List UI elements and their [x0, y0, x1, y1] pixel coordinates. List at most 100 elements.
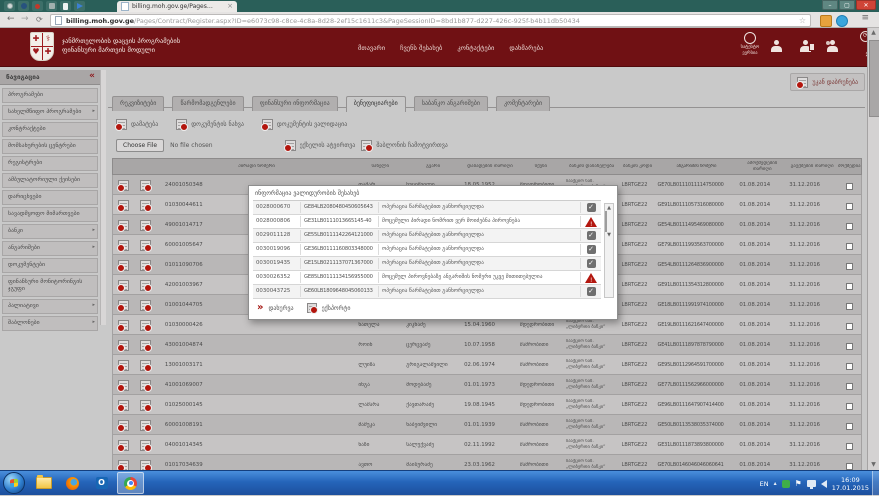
upload-excel-button[interactable]: ექსელის ატვირთვა: [285, 140, 356, 151]
page-tab[interactable]: საბანკო ანგარიშები: [414, 96, 488, 111]
active-checkbox[interactable]: [846, 263, 853, 270]
validate-row-icon[interactable]: [140, 240, 151, 251]
reload-icon[interactable]: ⟳: [36, 14, 43, 25]
edit-row-icon[interactable]: [118, 400, 129, 411]
edit-row-icon[interactable]: [118, 180, 129, 191]
edit-row-icon[interactable]: [118, 460, 129, 470]
action-center-flag-icon[interactable]: ⚑: [795, 480, 802, 488]
choose-file-button[interactable]: Choose File: [116, 139, 164, 152]
sidebar-item[interactable]: სავადმყოფო მიმართვები: [2, 207, 98, 222]
clock[interactable]: 16:09 17.01.2015: [832, 476, 869, 492]
pinned-tab-favicon[interactable]: [74, 1, 85, 11]
sidebar-item[interactable]: შაბლონები ▸: [2, 316, 98, 331]
validate-row-icon[interactable]: [140, 200, 151, 211]
sidebar-item[interactable]: პალიატივი ▸: [2, 299, 98, 314]
export-button[interactable]: ექსპორტი: [322, 305, 351, 312]
page-tab[interactable]: ფინანსური ინფორმაცია: [252, 96, 338, 111]
active-checkbox[interactable]: [846, 403, 853, 410]
validate-row-icon[interactable]: [140, 180, 151, 191]
sidebar-item[interactable]: პროგრამები: [2, 88, 98, 103]
page-tab[interactable]: წარმომადგენლები: [172, 96, 243, 111]
active-checkbox[interactable]: [846, 343, 853, 350]
close-dialog-button[interactable]: დახურვა: [268, 305, 293, 312]
sidebar-item[interactable]: ანგარიშები ▸: [2, 241, 98, 256]
user-document-icon[interactable]: [799, 40, 812, 53]
edit-row-icon[interactable]: [118, 200, 129, 211]
tray-app-icon[interactable]: [782, 480, 790, 488]
address-bar[interactable]: billing.moh.gov.ge/Pages/Contract/Regist…: [50, 14, 811, 27]
scrollbar-thumb[interactable]: [869, 40, 879, 117]
add-button[interactable]: დამატება: [116, 119, 158, 130]
active-checkbox[interactable]: [846, 443, 853, 450]
page-tab[interactable]: კომენტარები: [496, 96, 550, 111]
network-icon[interactable]: [807, 480, 816, 487]
tray-expand-icon[interactable]: ▴: [774, 480, 777, 487]
sidebar-item[interactable]: დარიცხვები: [2, 190, 98, 205]
validate-row-icon[interactable]: [140, 440, 151, 451]
browser-menu-icon[interactable]: ≡: [861, 13, 869, 23]
window-close-button[interactable]: ✕: [856, 0, 876, 10]
edit-row-icon[interactable]: [118, 420, 129, 431]
page-tab[interactable]: ბენეფიციარები: [346, 96, 406, 112]
active-checkbox[interactable]: [846, 203, 853, 210]
validate-row-icon[interactable]: [140, 280, 151, 291]
sidebar-scrollbar[interactable]: [100, 70, 106, 325]
active-checkbox[interactable]: [846, 383, 853, 390]
header-nav-item[interactable]: მთავარი: [358, 44, 385, 52]
active-checkbox[interactable]: [846, 303, 853, 310]
edit-row-icon[interactable]: [118, 340, 129, 351]
back-icon[interactable]: ←: [7, 14, 15, 25]
firefox-taskbar-icon[interactable]: [59, 472, 86, 494]
outlook-taskbar-icon[interactable]: O: [88, 472, 115, 494]
export-excel-icon[interactable]: [307, 303, 317, 313]
active-checkbox[interactable]: [846, 363, 853, 370]
active-checkbox[interactable]: [846, 183, 853, 190]
page-tab[interactable]: რეკვიზიტები: [112, 96, 164, 111]
active-checkbox[interactable]: [846, 283, 853, 290]
show-desktop-button[interactable]: [872, 471, 879, 496]
sidebar-item[interactable]: ფინანსური მონიტორინგის ჯგუფი: [2, 275, 98, 297]
edit-row-icon[interactable]: [118, 380, 129, 391]
edit-row-icon[interactable]: [118, 300, 129, 311]
pinned-tab-favicon[interactable]: [46, 1, 57, 11]
pinned-tab-favicon[interactable]: [4, 1, 15, 11]
pinned-tab-favicon[interactable]: [60, 1, 71, 11]
forward-icon[interactable]: →: [21, 14, 29, 25]
validate-row-icon[interactable]: [140, 400, 151, 411]
sidebar-item[interactable]: ბანკი ▸: [2, 224, 98, 239]
close-chevrons-icon[interactable]: [257, 303, 263, 313]
pinned-tab-favicon[interactable]: [32, 1, 43, 11]
validate-document-button[interactable]: დოკუმენტის ვალიდაცია: [262, 119, 347, 130]
sidebar-item[interactable]: კონტრაქტები: [2, 122, 98, 137]
pinned-tab-favicon[interactable]: [18, 1, 29, 11]
window-maximize-button[interactable]: ▢: [839, 0, 855, 10]
edit-row-icon[interactable]: [118, 440, 129, 451]
edit-row-icon[interactable]: [118, 260, 129, 271]
window-minimize-button[interactable]: –: [822, 0, 838, 10]
language-indicator[interactable]: EN: [760, 480, 769, 488]
validate-row-icon[interactable]: [140, 380, 151, 391]
sidebar-collapse-icon[interactable]: «: [89, 71, 95, 81]
header-nav-item[interactable]: კონტაქტები: [457, 44, 494, 52]
active-checkbox[interactable]: [846, 223, 853, 230]
edit-row-icon[interactable]: [118, 320, 129, 331]
active-browser-tab[interactable]: billing.moh.gov.ge/Pages… ×: [117, 1, 237, 12]
sidebar-item[interactable]: დოკუმენტები: [2, 258, 98, 273]
chrome-taskbar-icon[interactable]: [117, 472, 144, 494]
users-group-icon[interactable]: [826, 40, 839, 53]
scrollbar-thumb[interactable]: [605, 211, 607, 232]
start-button[interactable]: [3, 472, 25, 494]
edit-row-icon[interactable]: [118, 360, 129, 371]
validate-row-icon[interactable]: [140, 340, 151, 351]
active-checkbox[interactable]: [846, 243, 853, 250]
validate-row-icon[interactable]: [140, 320, 151, 331]
active-checkbox[interactable]: [846, 463, 853, 470]
tab-close-icon[interactable]: ×: [227, 3, 233, 10]
go-back-button[interactable]: უკან დაბრუნება: [790, 73, 865, 91]
active-checkbox[interactable]: [846, 323, 853, 330]
volume-icon[interactable]: [821, 480, 827, 488]
edit-row-icon[interactable]: [118, 240, 129, 251]
validate-row-icon[interactable]: [140, 420, 151, 431]
edit-row-icon[interactable]: [118, 280, 129, 291]
active-checkbox[interactable]: [846, 423, 853, 430]
